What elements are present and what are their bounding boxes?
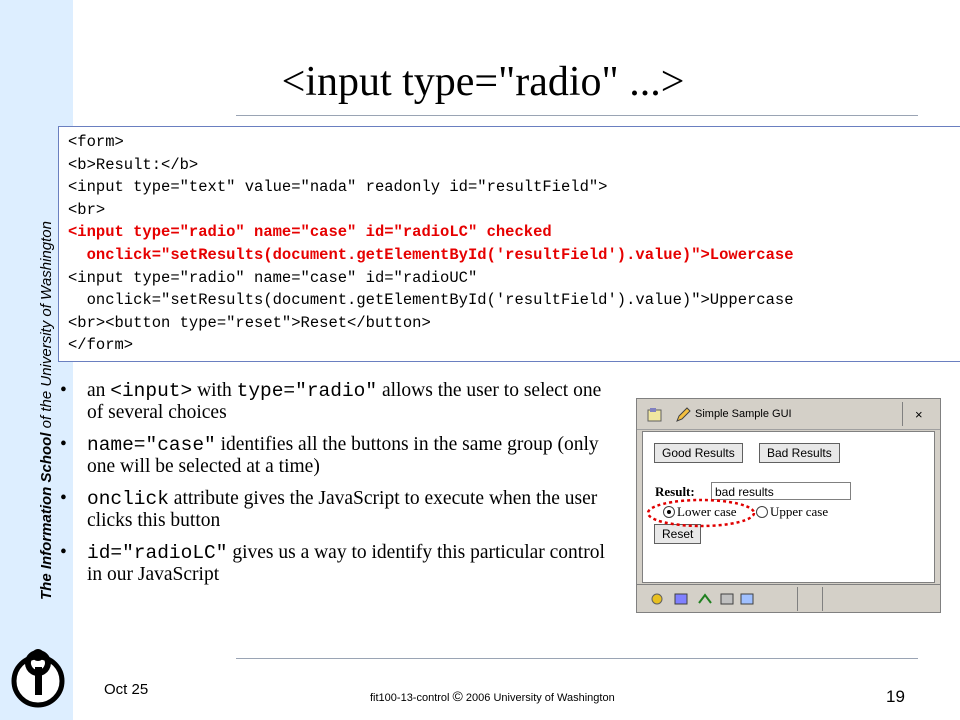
annotation-circle	[646, 498, 756, 528]
pencil-icon	[676, 407, 691, 422]
gui-screenshot: Simple Sample GUI × Good Results Bad Res…	[636, 398, 941, 613]
code-line-highlighted: <input type="radio" name="case" id="radi…	[68, 223, 552, 242]
slide-title: <input type="radio" ...>	[281, 59, 685, 105]
code-line: onclick="setResults(document.getElementB…	[68, 291, 794, 310]
good-results-button[interactable]: Good Results	[654, 443, 743, 463]
uppercase-radio[interactable]	[756, 506, 768, 518]
sidebar-title: The Information School of the University…	[38, 221, 55, 600]
code-line: <input type="text" value="nada" readonly…	[68, 178, 608, 197]
sidebar-title-rest: of the University of Washington	[38, 221, 55, 433]
close-icon[interactable]: ×	[915, 407, 923, 422]
inline-code: onclick	[87, 488, 169, 510]
bullet-list: • an <input> with type="radio" allows th…	[60, 380, 620, 596]
inline-code: <input>	[110, 380, 193, 402]
title-divider	[236, 115, 918, 116]
code-line: </form>	[68, 336, 134, 355]
inline-code: id="radioLC"	[87, 542, 228, 564]
sidebar-title-bold: The Information School	[38, 432, 55, 601]
taskbar	[637, 584, 940, 613]
inline-code: type="radio"	[236, 380, 378, 402]
code-line: <b>Result:</b>	[68, 155, 199, 174]
code-listing: <form> <b>Result:</b> <input type="text" v…	[68, 131, 794, 357]
bullet-item: • id="radioLC" gives us a way to identif…	[60, 542, 605, 585]
bullet-item: • name="case" identifies all the buttons…	[60, 434, 599, 477]
code-line-highlighted: onclick="setResults(document.getElementB…	[68, 245, 794, 264]
window-content: Good Results Bad Results Result: bad res…	[642, 431, 935, 583]
footer-divider	[236, 658, 918, 659]
footer-credit: fit100-13-control © 2006 University of W…	[370, 688, 615, 704]
page-number: 19	[886, 687, 905, 706]
window-title: Simple Sample GUI	[695, 408, 792, 420]
uppercase-label: Upper case	[770, 504, 829, 519]
bullet-item: • onclick attribute gives the JavaScript…	[60, 488, 598, 531]
footer-date: Oct 25	[104, 681, 149, 698]
inline-code: name="case"	[87, 434, 216, 456]
code-line: <form>	[68, 133, 124, 151]
code-line: <br><button type="reset">Reset</button>	[68, 313, 431, 332]
app-icon	[647, 408, 662, 422]
window-titlebar: Simple Sample GUI ×	[637, 399, 940, 430]
information-school-logo	[11, 649, 65, 708]
code-line: <input type="radio" name="case" id="radi…	[68, 268, 478, 287]
taskbar-icons	[651, 593, 754, 605]
bullet-item: • an <input> with type="radio" allows th…	[60, 380, 602, 423]
code-line: <br>	[68, 200, 106, 219]
bad-results-button[interactable]: Bad Results	[759, 443, 840, 463]
copyright-icon: ©	[452, 688, 463, 704]
